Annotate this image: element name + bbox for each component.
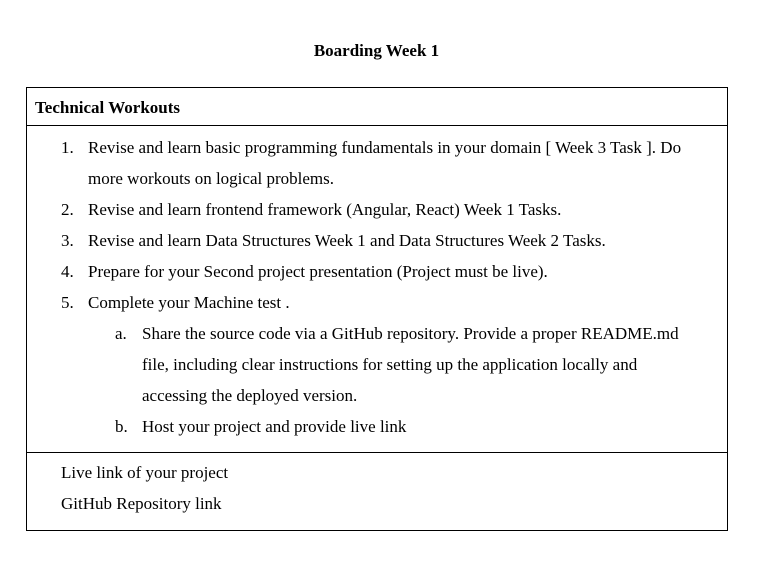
links-cell: Live link of your project GitHub Reposit… [27,453,727,530]
sub-item-a-continued: file, including clear instructions for s… [27,349,727,380]
list-item-1: 1. Revise and learn basic programming fu… [27,132,727,163]
sub-item-a: a. Share the source code via a GitHub re… [27,318,727,349]
section-header: Technical Workouts [27,88,727,126]
list-item-1-continued: more workouts on logical problems. [27,163,727,194]
live-link-label: Live link of your project [61,463,229,482]
list-item-4: 4. Prepare for your Second project prese… [27,256,727,287]
sub-item-text: accessing the deployed version. [142,386,358,405]
list-item-text: Complete your Machine test . [88,293,290,312]
sub-item-text: file, including clear instructions for s… [142,355,638,374]
list-item-text: Revise and learn frontend framework (Ang… [88,200,562,219]
list-number: 4. [61,262,74,281]
list-item-text: Revise and learn Data Structures Week 1 … [88,231,606,250]
sub-item-text: Share the source code via a GitHub repos… [142,324,679,343]
task-list: 1. Revise and learn basic programming fu… [27,126,727,453]
sub-item-letter: a. [115,324,127,343]
sub-item-b: b. Host your project and provide live li… [27,411,727,442]
workouts-table: Technical Workouts 1. Revise and learn b… [26,87,728,531]
list-item-text: Prepare for your Second project presenta… [88,262,548,281]
list-item-2: 2. Revise and learn frontend framework (… [27,194,727,225]
list-number: 5. [61,293,74,312]
github-link-label: GitHub Repository link [61,494,222,513]
list-item-text: more workouts on logical problems. [88,169,334,188]
list-item-3: 3. Revise and learn Data Structures Week… [27,225,727,256]
sub-item-text: Host your project and provide live link [142,417,407,436]
list-item-text: Revise and learn basic programming funda… [88,138,682,157]
sub-item-a-continued: accessing the deployed version. [27,380,727,411]
list-item-5: 5. Complete your Machine test . [27,287,727,318]
list-number: 2. [61,200,74,219]
sub-item-letter: b. [115,417,128,436]
list-number: 3. [61,231,74,250]
document-title: Boarding Week 1 [313,41,440,60]
list-number: 1. [61,138,74,157]
